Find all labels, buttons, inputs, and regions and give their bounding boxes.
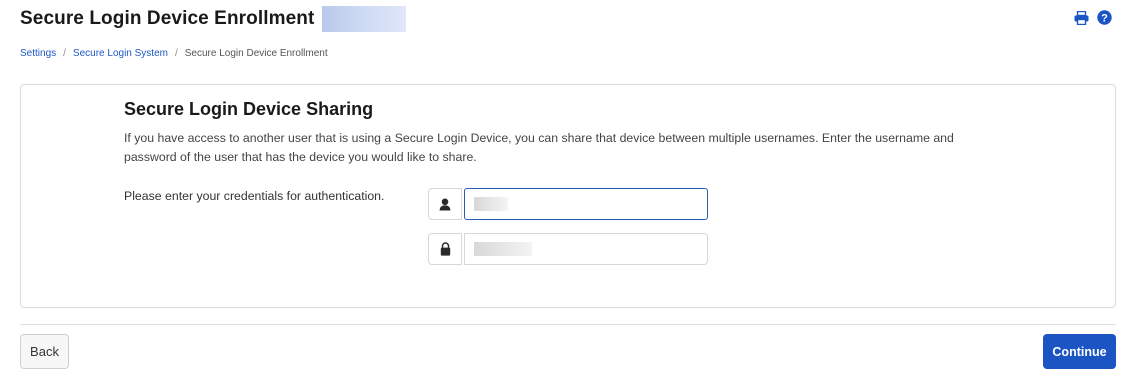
continue-button[interactable]: Continue — [1043, 334, 1116, 369]
section-description: If you have access to another user that … — [124, 131, 954, 164]
username-redacted — [474, 197, 508, 211]
breadcrumb: Settings / Secure Login System / Secure … — [20, 48, 328, 59]
breadcrumb-settings[interactable]: Settings — [20, 48, 56, 59]
back-button[interactable]: Back — [20, 334, 69, 369]
breadcrumb-secure-login-system[interactable]: Secure Login System — [73, 48, 168, 59]
page-title: Secure Login Device Enrollment — [20, 8, 315, 29]
breadcrumb-separator: / — [63, 48, 66, 59]
print-icon[interactable] — [1074, 10, 1089, 25]
password-field-group — [428, 233, 708, 265]
user-icon — [428, 188, 462, 220]
section-title: Secure Login Device Sharing — [124, 99, 374, 119]
header-actions: ? — [1074, 10, 1112, 25]
credentials-label: Please enter your credentials for authen… — [124, 189, 385, 203]
breadcrumb-current: Secure Login Device Enrollment — [184, 48, 328, 59]
page-header: Secure Login Device Enrollment — [20, 6, 407, 32]
footer-divider — [20, 324, 1116, 325]
username-field-group — [428, 188, 708, 220]
password-redacted — [474, 242, 532, 256]
breadcrumb-separator: / — [174, 48, 178, 59]
lock-icon — [428, 233, 462, 265]
svg-text:?: ? — [1101, 12, 1108, 24]
device-sharing-card: Secure Login Device Sharing If you have … — [20, 84, 1116, 308]
redacted-username — [322, 6, 407, 32]
help-icon[interactable]: ? — [1097, 10, 1112, 25]
